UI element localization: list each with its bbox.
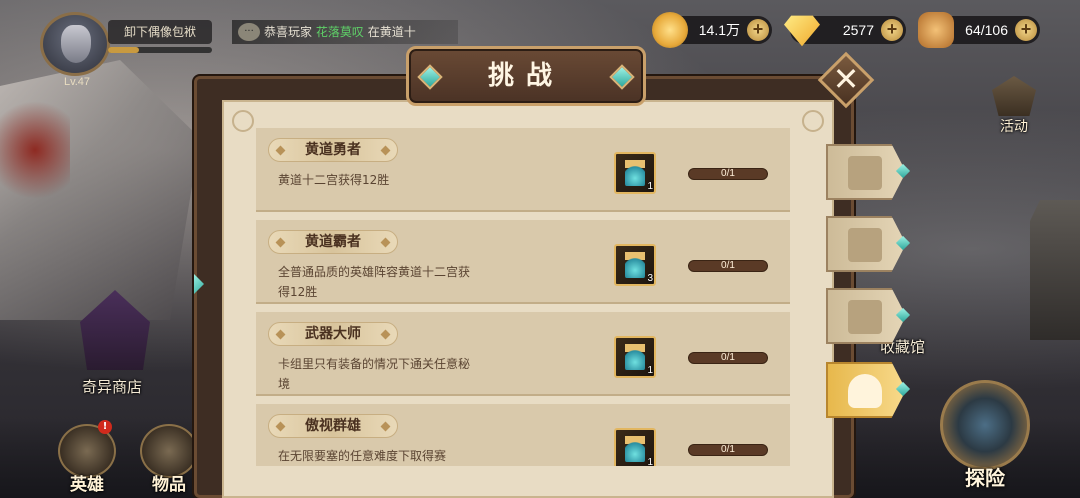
list-item: 黄道霸者 全普通品质的英雄阵容黄道十二宫获得12胜 3 0/1: [256, 220, 790, 304]
reward-item[interactable]: 1: [614, 336, 656, 378]
task-progress-bar: 0/1: [688, 260, 768, 272]
potion-flask-icon: [625, 252, 645, 278]
task-name-tag: 傲视群雄: [268, 414, 398, 438]
chat-bubble-icon: ···: [238, 23, 260, 41]
task-name-tag: 武器大师: [268, 322, 398, 346]
potion-flask-icon: [625, 344, 645, 370]
reward-count: 3: [647, 273, 653, 284]
strange-shop-label[interactable]: 奇异商店: [82, 376, 162, 397]
announce-suffix: 在黄道十: [367, 25, 416, 39]
player-level: Lv.47: [63, 76, 91, 88]
task-name: 傲视群雄: [305, 418, 361, 434]
tab-book[interactable]: [826, 216, 906, 272]
task-name-tag: 黄道霸者: [268, 230, 398, 254]
stamina-counter: 64/106 +: [918, 12, 1040, 48]
gold-counter: 14.1万 +: [652, 12, 772, 48]
task-progress-bar: 0/1: [688, 168, 768, 180]
tab-scroll[interactable]: [826, 144, 906, 200]
exp-fill: [108, 47, 140, 53]
stamina-bread-icon: [918, 12, 954, 48]
notification-badge: !: [98, 420, 112, 434]
reward-item[interactable]: 1: [614, 428, 656, 466]
list-item: 黄道勇者 黄道十二宫获得12胜 1 0/1: [256, 128, 790, 212]
corner-ornament-icon: [232, 110, 254, 132]
gold-value: 14.1万: [698, 22, 740, 38]
reward-count: 1: [647, 181, 653, 192]
task-name: 黄道霸者: [305, 234, 361, 250]
progress-text: 0/1: [721, 168, 735, 179]
add-stamina-button[interactable]: +: [1015, 19, 1037, 41]
potion-flask-icon: [625, 160, 645, 186]
gem-counter: 2577 +: [784, 15, 906, 47]
task-description: 在无限要塞的任意难度下取得赛: [278, 449, 447, 463]
add-gold-button[interactable]: +: [747, 19, 769, 41]
modal-title: 挑战: [487, 61, 564, 91]
progress-text: 0/1: [721, 260, 735, 271]
book-icon: [848, 228, 882, 262]
exp-bar: [108, 47, 212, 53]
avatar-portrait: [61, 25, 91, 63]
task-progress-bar: 0/1: [688, 352, 768, 364]
gem-value: 2577: [842, 22, 874, 38]
list-item: 傲视群雄 在无限要塞的任意难度下取得赛 1 0/1: [256, 404, 790, 466]
explore-emblem-icon: [940, 380, 1030, 470]
gold-coin-icon: [652, 12, 688, 48]
corner-ornament-icon: [802, 110, 824, 132]
challenge-list[interactable]: 黄道勇者 黄道十二宫获得12胜 1 0/1 黄道霸者 全普通品质的英雄阵容黄道十…: [256, 124, 790, 466]
reward-item[interactable]: 1: [614, 152, 656, 194]
close-button[interactable]: ✕: [817, 51, 875, 109]
explore-label: 探险: [965, 466, 1005, 490]
announcement-banner[interactable]: ··· 恭喜玩家 花落莫叹 在黄道十: [232, 20, 458, 44]
task-progress-bar: 0/1: [688, 444, 768, 456]
tab-trophy[interactable]: [826, 362, 906, 418]
explore-button[interactable]: 探险: [930, 380, 1040, 498]
add-gem-button[interactable]: +: [881, 19, 903, 41]
close-icon: ✕: [832, 60, 860, 98]
progress-text: 0/1: [721, 352, 735, 363]
potion-flask-icon: [625, 436, 645, 462]
hero-label: 英雄: [70, 475, 104, 495]
event-button[interactable]: 活动: [984, 76, 1044, 138]
task-description: 黄道十二宫获得12胜: [278, 173, 390, 187]
unload-idol-button[interactable]: 卸下偶像包袱: [108, 20, 212, 44]
background-red-tree: [0, 90, 70, 210]
modal-title-plate: 挑战: [406, 46, 646, 106]
crossed-swords-icon: [848, 300, 882, 334]
reward-item[interactable]: 3: [614, 244, 656, 286]
announce-prefix: 恭喜玩家: [264, 25, 313, 39]
task-name: 黄道勇者: [305, 142, 361, 158]
task-name: 武器大师: [305, 326, 361, 342]
tab-swords[interactable]: [826, 288, 906, 344]
reward-count: 1: [647, 365, 653, 376]
reward-count: 1: [647, 457, 653, 466]
progress-text: 0/1: [721, 444, 735, 455]
player-avatar[interactable]: [40, 12, 110, 76]
task-description: 卡组里只有装备的情况下通关任意秘境: [278, 357, 471, 391]
background-tower: [1030, 200, 1080, 340]
stamina-value: 64/106: [965, 22, 1008, 38]
announce-player-name: 花落莫叹: [315, 25, 364, 39]
event-label: 活动: [1000, 119, 1028, 135]
task-name-tag: 黄道勇者: [268, 138, 398, 162]
event-icon: [992, 76, 1036, 116]
list-item: 武器大师 卡组里只有装备的情况下通关任意秘境 1 0/1: [256, 312, 790, 396]
task-description: 全普通品质的英雄阵容黄道十二宫获得12胜: [278, 265, 471, 299]
trophy-icon: [848, 374, 882, 408]
hero-button[interactable]: ! 英雄: [52, 420, 122, 498]
scroll-icon: [848, 156, 882, 190]
